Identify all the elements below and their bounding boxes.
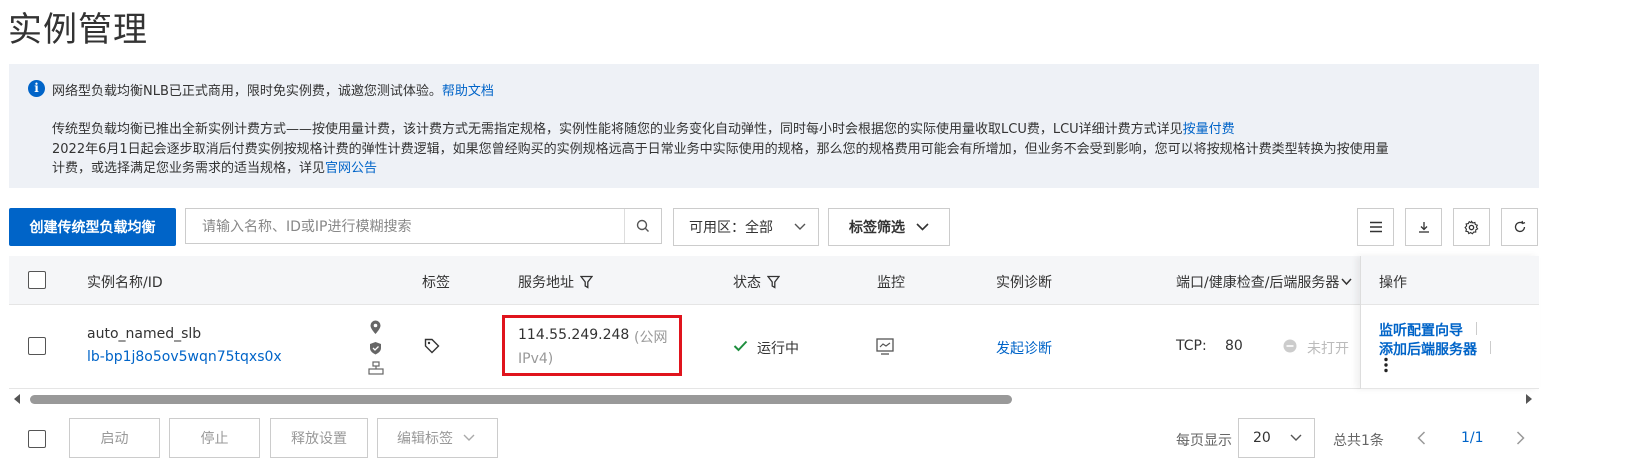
search-button[interactable] [624,209,661,243]
settings-button[interactable] [1453,208,1490,246]
port-protocol: TCP: [1176,338,1207,354]
header-diagnosis: 实例诊断 [996,275,1052,291]
zone-select[interactable]: 可用区： 全部 [673,208,819,246]
filter-icon[interactable] [580,275,593,289]
notice-line1: 网络型负载均衡NLB已正式商用，限时免实例费，诚邀您测试体验。 [52,84,442,99]
scrollbar-thumb[interactable] [30,395,1012,404]
footer-select-all-checkbox[interactable] [28,430,46,448]
page-indicator: 1/1 [1461,430,1484,446]
select-all-checkbox[interactable] [28,271,46,289]
stop-button[interactable]: 停止 [169,418,260,458]
start-button[interactable]: 启动 [69,418,160,458]
chevron-left-icon[interactable] [1417,431,1426,445]
per-page-label: 每页显示 [1176,433,1232,449]
refresh-icon [1514,220,1525,233]
edit-tags-label: 编辑标签 [397,431,453,447]
help-docs-link[interactable]: 帮助文档 [442,84,494,99]
network-icon [368,361,384,375]
download-button[interactable] [1405,208,1442,246]
header-status-label: 状态 [733,275,761,291]
chevron-down-icon [794,223,806,230]
health-check-status: 未打开 [1307,341,1349,357]
header-address: 服务地址 [518,272,593,292]
edit-tags-button[interactable]: 编辑标签 [377,418,498,458]
scroll-right-icon[interactable] [1524,393,1534,405]
tag-icon[interactable] [424,338,440,354]
pay-by-usage-link[interactable]: 按量付费 [1183,122,1235,137]
list-icon [1369,221,1382,233]
listener-wizard-link[interactable]: 监听配置向导 [1379,320,1463,340]
chevron-down-icon [1290,434,1302,441]
release-settings-button[interactable]: 释放设置 [270,418,368,458]
check-icon [733,340,748,352]
create-slb-button[interactable]: 创建传统型负载均衡 [9,208,176,246]
tag-filter-button[interactable]: 标签筛选 [828,208,950,246]
announcement-link[interactable]: 官网公告 [325,161,377,176]
page-title: 实例管理 [8,10,148,50]
notice-line4: 计费，或选择满足您业务需求的适当规格，详见 [52,161,326,176]
ip-highlight-box [502,315,682,376]
header-ports: 端口/健康检查/后端服务器 [1176,272,1352,292]
notice-line2: 传统型负载均衡已推出全新实例计费方式——按使用量计费，该计费方式无需指定规格，实… [52,122,1183,137]
add-backend-link[interactable]: 添加后端服务器 [1379,339,1477,359]
shield-icon [370,342,381,355]
minus-circle-icon [1283,339,1297,353]
search-icon [636,219,649,232]
port-number: 80 [1225,338,1243,354]
tag-filter-label: 标签筛选 [849,220,905,236]
notice-line3: 2022年6月1日起会逐步取消后付费实例按规格计费的弹性计费逻辑，如果您曾经购买… [52,142,1389,157]
chevron-down-icon [463,434,475,441]
chevron-down-icon [916,223,929,231]
list-view-button[interactable] [1357,208,1394,246]
header-name: 实例名称/ID [87,275,163,291]
chevron-down-icon[interactable] [1341,278,1352,286]
total-count: 总共1条 [1333,433,1384,449]
header-ports-label: 端口/健康检查/后端服务器 [1176,275,1340,291]
download-icon [1418,222,1429,233]
header-address-label: 服务地址 [518,275,574,291]
chevron-right-icon[interactable] [1516,431,1525,445]
header-status: 状态 [733,272,780,292]
scroll-left-icon[interactable] [12,393,22,405]
row-checkbox[interactable] [28,337,46,355]
gear-icon [1464,219,1479,235]
refresh-button[interactable] [1501,208,1538,246]
more-icon[interactable] [1383,357,1389,373]
header-monitor: 监控 [877,275,905,291]
search-input[interactable] [200,209,624,245]
instance-name: auto_named_slb [87,326,202,342]
header-tags: 标签 [422,275,450,291]
location-icon [370,320,381,334]
monitor-icon[interactable] [876,338,894,355]
search-box [185,208,662,245]
per-page-select[interactable]: 20 [1238,418,1315,458]
status-text: 运行中 [757,341,799,357]
filter-icon[interactable] [767,275,780,289]
info-icon: i [28,80,45,97]
zone-label: 可用区： [689,220,745,236]
start-diagnosis-link[interactable]: 发起诊断 [996,338,1052,358]
per-page-value: 20 [1253,430,1271,446]
instance-id-link[interactable]: lb-bp1j8o5ov5wqn75tqxs0x [87,349,282,365]
zone-value: 全部 [745,220,773,236]
